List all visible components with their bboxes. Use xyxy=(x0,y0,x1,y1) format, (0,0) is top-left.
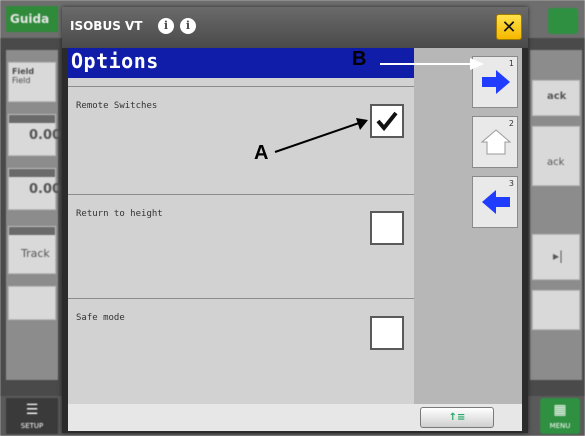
top-right-action-button[interactable] xyxy=(548,8,578,34)
info-icon[interactable]: i xyxy=(158,18,174,34)
softkey-back[interactable]: 3 xyxy=(472,176,518,228)
guidance-tab[interactable]: Guida xyxy=(6,6,58,32)
value-card-header xyxy=(9,169,55,177)
right-card-skip[interactable]: ▸| xyxy=(532,234,580,280)
softkey-column: 1 2 3 xyxy=(414,48,522,404)
right-card-4[interactable] xyxy=(532,290,580,330)
annotation-b-label: B xyxy=(352,48,367,70)
options-title: Options xyxy=(71,49,159,73)
option-label: Safe mode xyxy=(76,313,125,323)
options-panel: Options Remote Switches Return to height… xyxy=(68,48,414,404)
track-label: Track xyxy=(21,247,50,260)
close-button[interactable]: ✕ xyxy=(496,14,522,40)
right-card-1[interactable]: ack xyxy=(532,80,580,116)
value-readout-1: 0.00 xyxy=(29,128,62,143)
menu-label: MENU xyxy=(549,422,571,430)
home-icon xyxy=(480,129,512,155)
dialog-title-bar: ISOBUS VT i i ✕ xyxy=(62,7,528,48)
annotation-a-arrow xyxy=(274,118,368,153)
field-label: Field xyxy=(12,67,35,76)
skip-icon: ▸| xyxy=(553,249,564,263)
setup-label: SETUP xyxy=(20,422,44,430)
right-card-2[interactable]: ack xyxy=(532,126,580,186)
annotation-b-arrow xyxy=(380,58,484,70)
setup-button[interactable]: ☰ SETUP xyxy=(6,398,58,434)
field-card[interactable]: Field Field xyxy=(8,62,56,102)
option-row-return-to-height: Return to height xyxy=(68,194,414,298)
field-sub-label: Field xyxy=(12,76,31,85)
option-label: Return to height xyxy=(76,209,163,219)
info-icon[interactable]: i xyxy=(180,18,196,34)
option-label: Remote Switches xyxy=(76,101,158,111)
return-to-height-checkbox[interactable] xyxy=(370,211,404,245)
right-card-1-label: ack xyxy=(547,91,567,102)
track-card-header xyxy=(9,227,55,235)
dialog-bottom-strip: ↑≡ xyxy=(68,404,522,431)
list-icon: ☰ xyxy=(25,402,39,418)
safe-mode-checkbox[interactable] xyxy=(370,316,404,350)
softkey-home[interactable]: 2 xyxy=(472,116,518,168)
navigation-button[interactable]: ↑≡ xyxy=(420,407,494,428)
menu-button[interactable]: ▦ MENU xyxy=(540,398,580,434)
annotation-a-label: A xyxy=(254,142,269,164)
value-card-2[interactable]: 0.00 xyxy=(8,168,62,210)
left-action-card[interactable] xyxy=(8,286,56,320)
value-card-header xyxy=(9,115,55,123)
dialog-title: ISOBUS VT xyxy=(70,19,143,33)
track-card[interactable]: Track xyxy=(8,226,56,274)
option-row-safe-mode: Safe mode xyxy=(68,298,414,404)
right-card-2-label: ack xyxy=(547,157,565,168)
value-card-1[interactable]: 0.00 xyxy=(8,114,62,156)
grid-icon: ▦ xyxy=(553,402,567,418)
value-readout-2: 0.00 xyxy=(29,182,62,197)
left-arrow-icon xyxy=(482,190,510,214)
